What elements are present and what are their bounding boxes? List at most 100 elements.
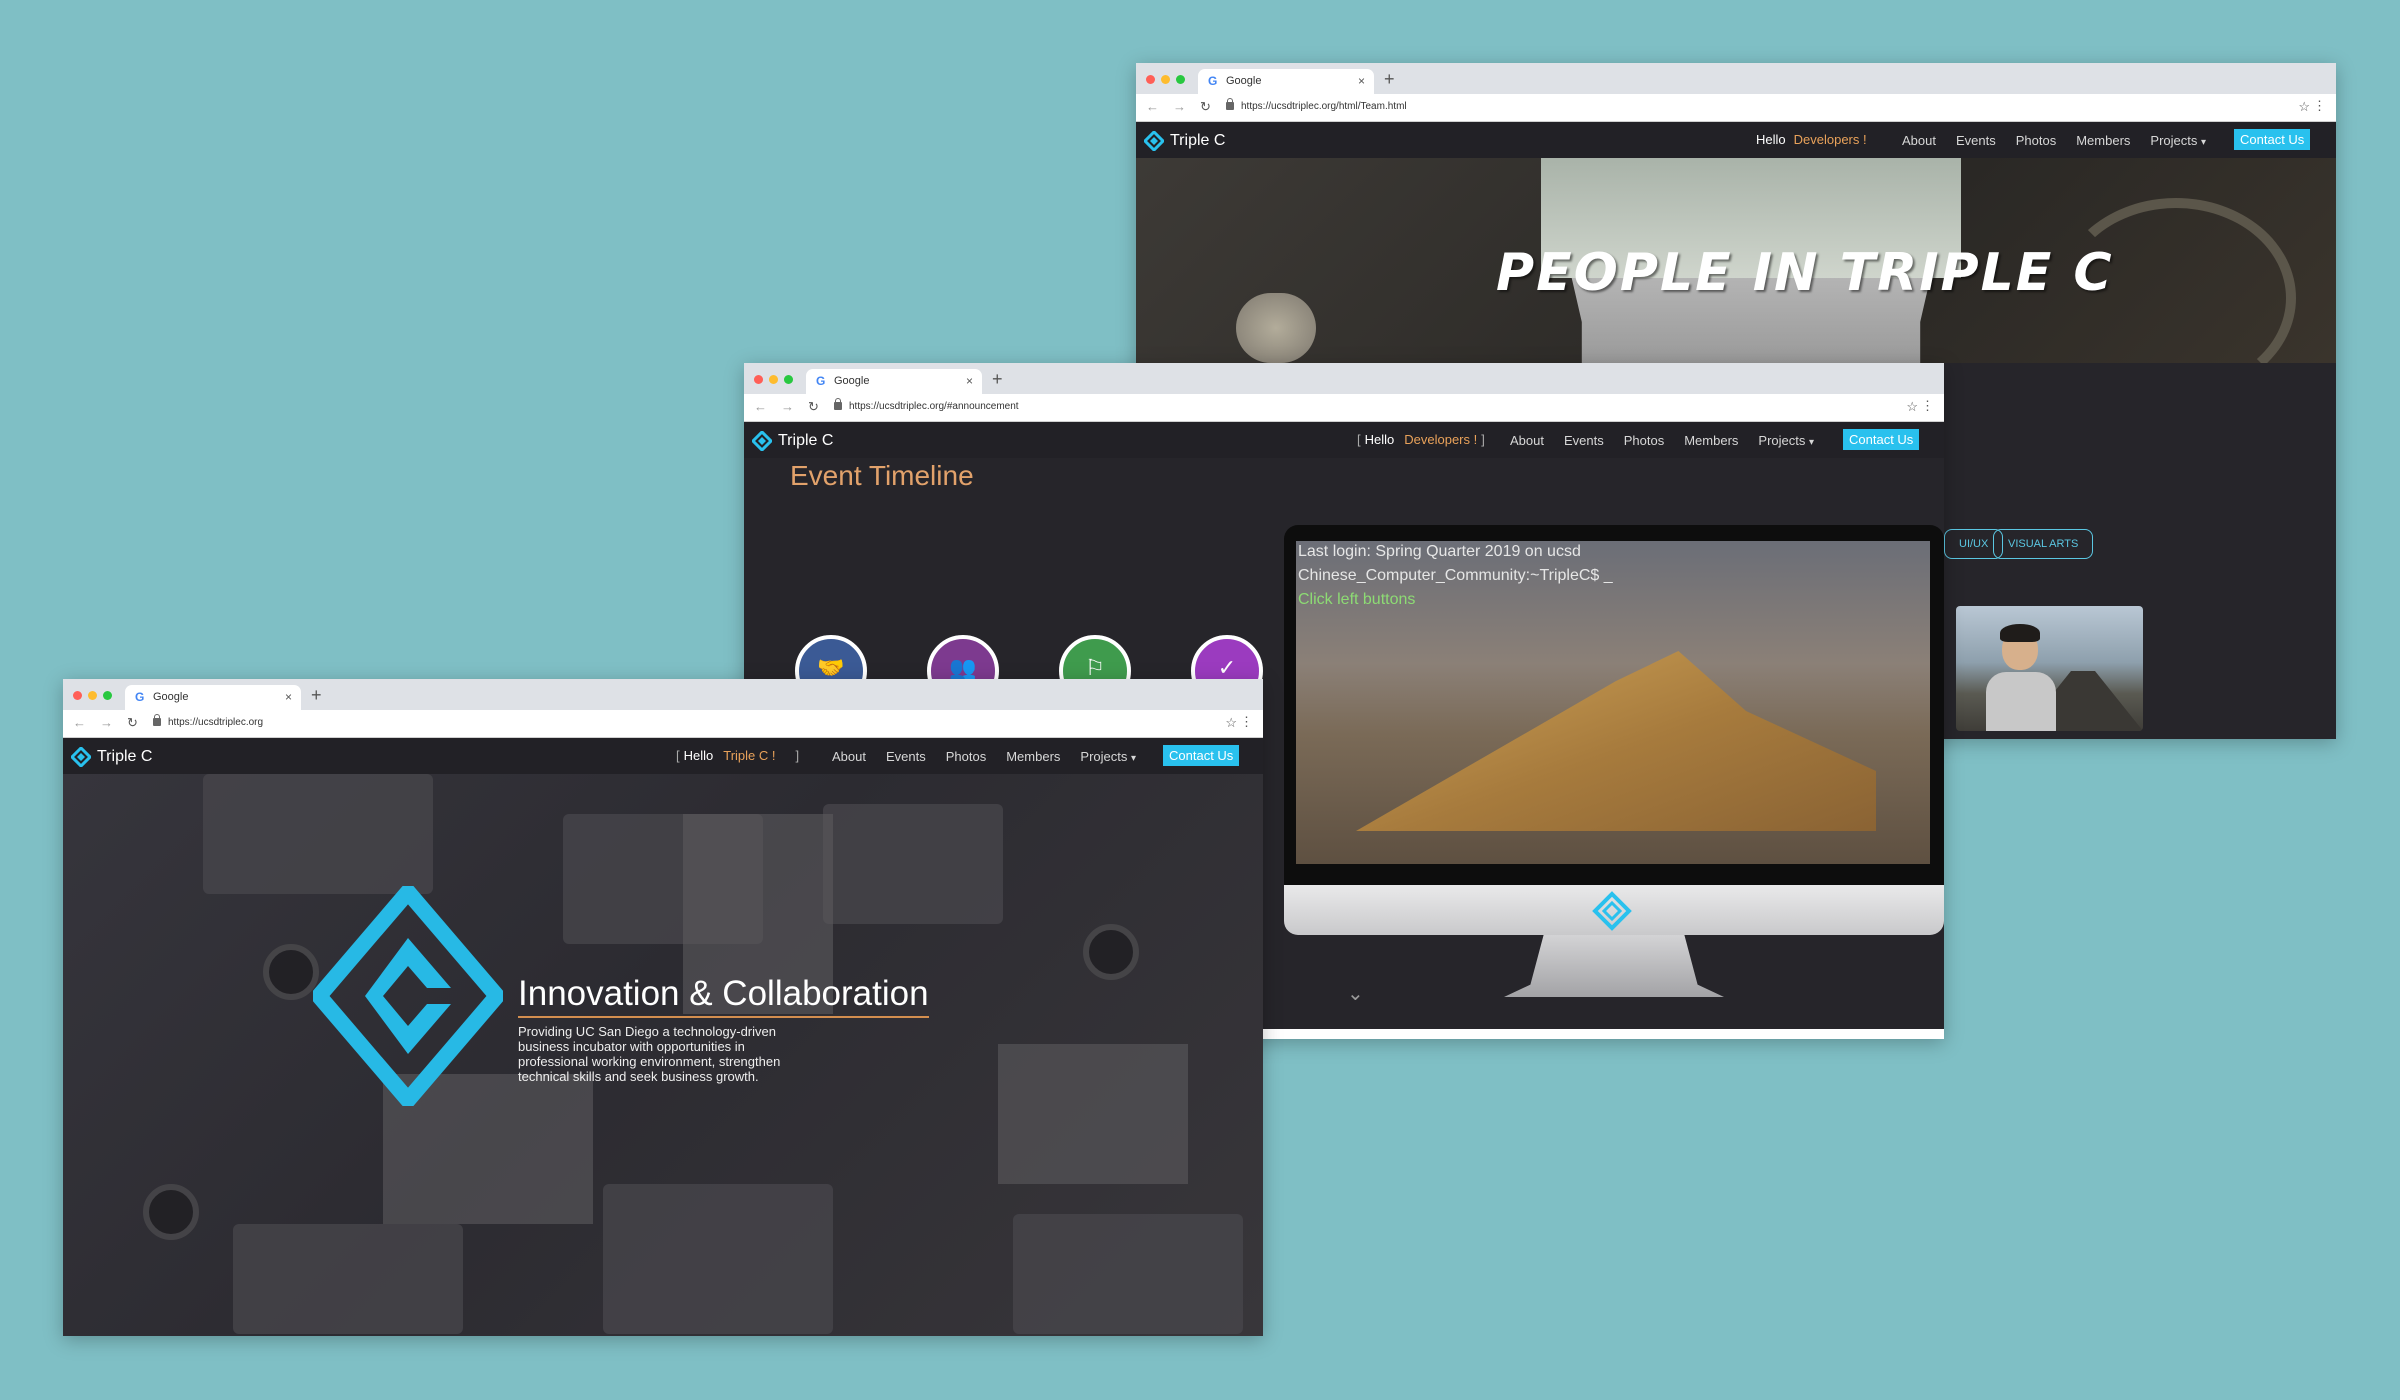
back-icon[interactable]: ← [754,399,767,415]
bracket-open: [ [1357,432,1361,447]
close-tab-icon[interactable]: × [285,690,292,704]
nav-projects[interactable]: Projects ▾ [2150,133,2206,148]
nav-links: About Events Photos Members Projects ▾ [832,749,1136,764]
hello-greeting: [ Hello Developers ! ] [1357,432,1485,447]
nav-about[interactable]: About [832,749,866,764]
nav-about[interactable]: About [1902,133,1936,148]
person-body [1986,672,2056,731]
forward-icon[interactable]: → [100,715,113,731]
imac-chin [1284,885,1944,935]
laptop-photo [203,774,433,894]
back-icon[interactable]: ← [1146,99,1159,115]
home-hero: Innovation & Collaboration Providing UC … [63,774,1263,1336]
back-icon[interactable]: ← [73,715,86,731]
person-photo [1986,624,2056,731]
nav-photos[interactable]: Photos [1624,433,1664,448]
nav-events[interactable]: Events [1564,433,1604,448]
tab-title: Google [1226,75,1262,87]
new-tab-button[interactable]: + [1384,69,1395,90]
filter-visual-arts[interactable]: VISUAL ARTS [1993,529,2094,559]
hero-title: Innovation & Collaboration [518,974,929,1018]
nav-projects[interactable]: Projects ▾ [1758,433,1814,448]
bookmark-star-icon[interactable]: ☆ [2298,99,2310,115]
reload-icon[interactable]: ↻ [127,715,138,731]
url-field[interactable]: https://ucsdtriplec.org/#announcement [849,401,1019,412]
nav-links: About Events Photos Members Projects ▾ [1902,133,2206,148]
triple-c-logo-icon [1592,891,1632,931]
browser-menu-icon[interactable]: ⋮ [2313,98,2326,114]
laptop-photo [823,804,1003,924]
browser-menu-icon[interactable]: ⋮ [1921,398,1934,414]
nav-events[interactable]: Events [1956,133,1996,148]
triple-c-logo-icon [71,747,91,767]
brand[interactable]: Triple C [752,431,833,451]
minimize-window-button[interactable] [769,375,778,384]
brand[interactable]: Triple C [1144,131,1225,151]
scroll-down-chevron-icon[interactable]: ⌄ [1347,981,1364,1006]
nav-events[interactable]: Events [886,749,926,764]
brand[interactable]: Triple C [71,747,152,767]
page-title: PEOPLE IN TRIPLE C [1496,243,2114,303]
maximize-window-button[interactable] [1176,75,1185,84]
hello-text: Hello [1756,132,1786,147]
maximize-window-button[interactable] [103,691,112,700]
url-field[interactable]: https://ucsdtriplec.org/html/Team.html [1241,101,1407,112]
tab-title: Google [153,691,189,703]
browser-menu-icon[interactable]: ⋮ [1240,714,1253,730]
close-tab-icon[interactable]: × [966,374,973,388]
forward-icon[interactable]: → [781,399,794,415]
close-tab-icon[interactable]: × [1358,74,1365,88]
tab-bar: G Google × + [63,679,1263,710]
bracket-open: [ [676,748,680,763]
contact-us-button[interactable]: Contact Us [2234,129,2311,150]
contact-us-button[interactable]: Contact Us [1163,745,1240,766]
site-navbar: Triple C [ Hello Developers ! ] About Ev… [744,422,1944,458]
hello-text: Hello [683,748,714,763]
hero-subtitle: Providing UC San Diego a technology-driv… [518,1024,781,1084]
nav-photos[interactable]: Photos [946,749,986,764]
site-navbar: Triple C Hello Developers ! About Events… [1136,122,2336,158]
reload-icon[interactable]: ↻ [1200,99,1211,115]
browser-tab[interactable]: G Google × [806,369,982,394]
close-window-button[interactable] [73,691,82,700]
forward-icon[interactable]: → [1173,99,1186,115]
imac-display: Last login: Spring Quarter 2019 on ucsd … [1284,525,1944,885]
tab-bar: G Google × + [744,363,1944,394]
nav-projects[interactable]: Projects ▾ [1080,749,1136,764]
imac-screen: Last login: Spring Quarter 2019 on ucsd … [1296,541,1930,864]
close-window-button[interactable] [754,375,763,384]
window-controls [1146,75,1185,84]
hello-greeting: Hello Developers ! [1756,132,1867,147]
imac-stand [1504,935,1724,997]
browser-tab[interactable]: G Google × [125,685,301,710]
new-tab-button[interactable]: + [992,369,1003,390]
reload-icon[interactable]: ↻ [808,399,819,415]
bookmark-star-icon[interactable]: ☆ [1906,399,1918,415]
bookmark-star-icon[interactable]: ☆ [1225,715,1237,731]
brand-name: Triple C [778,432,834,449]
maximize-window-button[interactable] [784,375,793,384]
triple-c-logo-icon [1144,131,1164,151]
google-icon: G [1208,74,1218,88]
hello-highlight: Developers ! [1793,132,1867,147]
nav-members[interactable]: Members [1006,749,1060,764]
url-field[interactable]: https://ucsdtriplec.org [168,717,263,728]
minimize-window-button[interactable] [1161,75,1170,84]
nav-members[interactable]: Members [1684,433,1738,448]
coffee-mug-photo [1083,924,1139,980]
laptop-photo [233,1224,463,1334]
browser-tab[interactable]: G Google × [1198,69,1374,94]
nav-members[interactable]: Members [2076,133,2130,148]
close-window-button[interactable] [1146,75,1155,84]
tab-bar: G Google × + [1136,63,2336,94]
minimize-window-button[interactable] [88,691,97,700]
nav-photos[interactable]: Photos [2016,133,2056,148]
member-photo[interactable] [1956,606,2143,731]
nav-about[interactable]: About [1510,433,1544,448]
google-icon: G [816,374,826,388]
contact-us-button[interactable]: Contact Us [1843,429,1920,450]
nav-projects-label: Projects [1080,749,1128,764]
new-tab-button[interactable]: + [311,685,322,706]
handshake-icon: 🤝 [817,655,845,680]
nav-projects-label: Projects [2150,133,2198,148]
